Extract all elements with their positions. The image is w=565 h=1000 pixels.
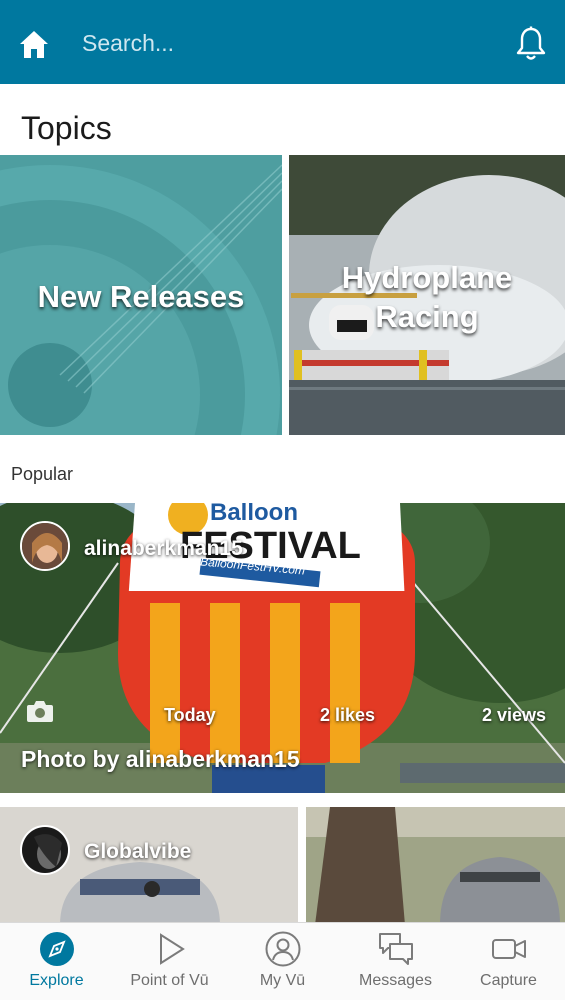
home-icon [20, 31, 48, 58]
tab-label: Capture [480, 972, 537, 989]
topic-title: New Releases [37, 279, 245, 314]
explore-icon [39, 932, 74, 966]
popular-heading: Popular [11, 464, 74, 484]
search-input[interactable]: Search... [82, 30, 174, 57]
play-icon [159, 933, 185, 965]
bell-icon [516, 26, 546, 60]
tab-label: My Vū [259, 972, 306, 989]
tab-label: Point of Vū [130, 972, 209, 989]
post-username[interactable]: Globalvibe [84, 840, 191, 864]
post-views: 2 views [482, 705, 547, 725]
post-time: Today [164, 705, 216, 725]
avatar[interactable] [20, 825, 70, 875]
profile-icon [265, 931, 300, 967]
topic-tile-new-releases[interactable]: New Releases [0, 155, 282, 435]
topic-title-line2: Racing [375, 299, 479, 334]
post-caption: Photo by alinaberkman15 [21, 746, 300, 772]
avatar[interactable] [20, 521, 70, 571]
home-button[interactable] [18, 28, 50, 60]
balloon-text: Balloon [210, 503, 298, 526]
popular-post-card[interactable]: Balloon FESTIVAL BalloonFestHV.com alina… [0, 503, 565, 793]
topic-tile-hydroplane-racing[interactable]: Hydroplane Racing [289, 155, 565, 435]
topics-heading: Topics [21, 110, 112, 146]
tab-label: Explore [29, 972, 84, 989]
notifications-button[interactable] [515, 26, 547, 62]
post-username[interactable]: alinaberkman15 [84, 537, 243, 561]
r2d2-photo [0, 807, 565, 925]
post-likes: 2 likes [320, 705, 376, 725]
messages-icon [378, 933, 413, 965]
tab-explore[interactable]: Explore [0, 931, 113, 990]
camera-icon [27, 701, 53, 722]
tab-label: Messages [359, 972, 432, 989]
tab-messages[interactable]: Messages [339, 931, 452, 990]
video-camera-icon [491, 939, 526, 959]
app-header: Search... [0, 0, 565, 84]
bottom-navigation: Explore Point of Vū My Vū Messages Captu… [0, 922, 565, 1000]
tab-point-of-vu[interactable]: Point of Vū [113, 931, 226, 990]
tab-my-vu[interactable]: My Vū [226, 931, 339, 990]
topic-title-line1: Hydroplane [341, 260, 513, 295]
tab-capture[interactable]: Capture [452, 931, 565, 990]
popular-post-card[interactable]: Globalvibe [0, 807, 565, 925]
